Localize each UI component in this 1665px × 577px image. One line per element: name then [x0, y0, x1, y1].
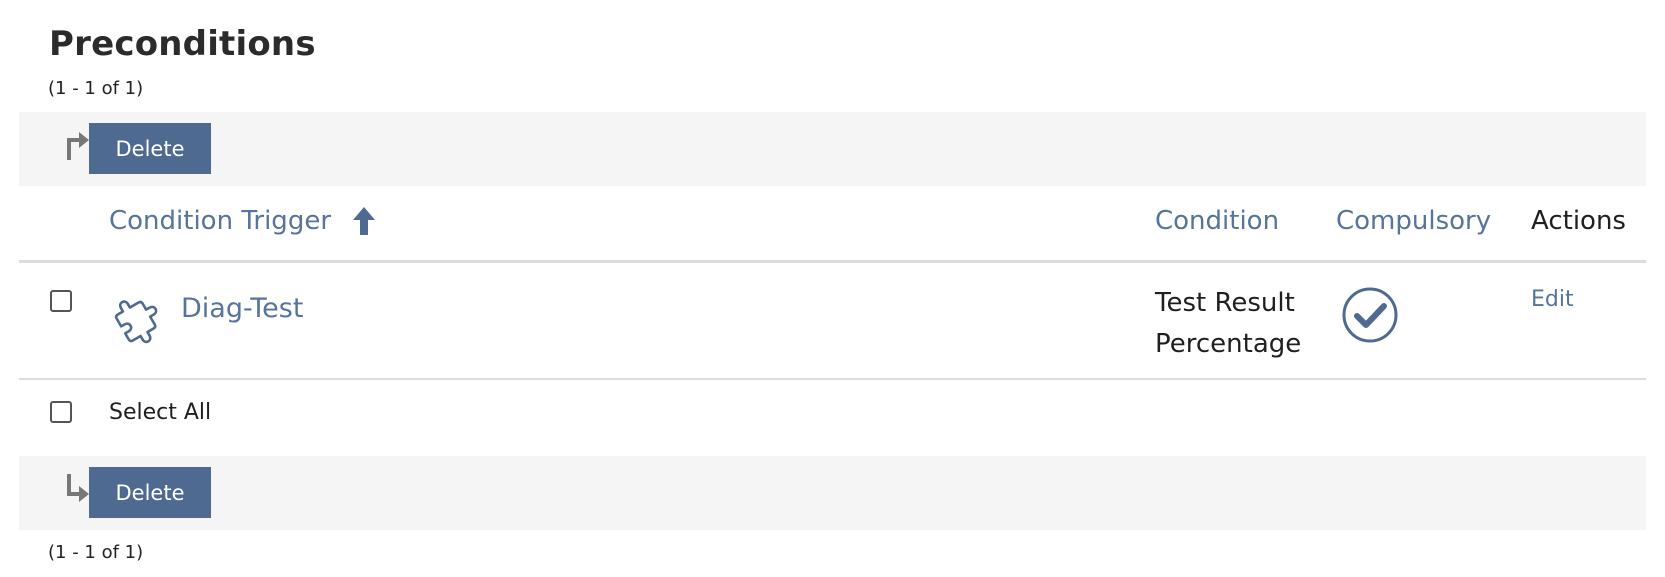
edit-link[interactable]: Edit — [1531, 287, 1574, 312]
toolbar-top: Delete — [19, 112, 1646, 186]
toolbar-bottom: Delete — [19, 456, 1646, 530]
column-header-condition[interactable]: Condition — [1155, 206, 1279, 236]
delete-button-bottom[interactable]: Delete — [89, 467, 211, 518]
column-header-compulsory[interactable]: Compulsory — [1336, 206, 1491, 236]
condition-line-1: Test Result — [1155, 288, 1295, 318]
arrow-turn-down-right-icon — [67, 474, 89, 502]
page-title: Preconditions — [49, 24, 316, 64]
check-circle-icon — [1342, 287, 1398, 343]
condition-trigger-link[interactable]: Diag-Test — [181, 293, 303, 324]
column-header-actions: Actions — [1531, 206, 1626, 236]
select-all-label: Select All — [109, 400, 212, 425]
column-header-condition-trigger[interactable]: Condition Trigger — [109, 206, 331, 236]
pagination-count-top: (1 - 1 of 1) — [48, 78, 144, 99]
condition-value: Test Result Percentage — [1155, 283, 1325, 365]
table-row: Diag-Test Test Result Percentage Edit — [19, 263, 1646, 380]
sort-ascending-icon[interactable] — [352, 206, 376, 236]
preconditions-page: Preconditions (1 - 1 of 1) Delete Condit… — [0, 0, 1665, 577]
puzzle-piece-icon — [114, 300, 158, 344]
condition-line-2: Percentage — [1155, 329, 1302, 359]
arrow-turn-right-icon — [67, 132, 89, 160]
table-header: Condition Trigger Condition Compulsory A… — [19, 186, 1646, 263]
pagination-count-bottom: (1 - 1 of 1) — [48, 542, 144, 563]
delete-button-top[interactable]: Delete — [89, 123, 211, 174]
select-all-checkbox[interactable] — [50, 401, 72, 423]
row-checkbox[interactable] — [50, 290, 72, 312]
select-all-row: Select All — [19, 380, 1646, 456]
